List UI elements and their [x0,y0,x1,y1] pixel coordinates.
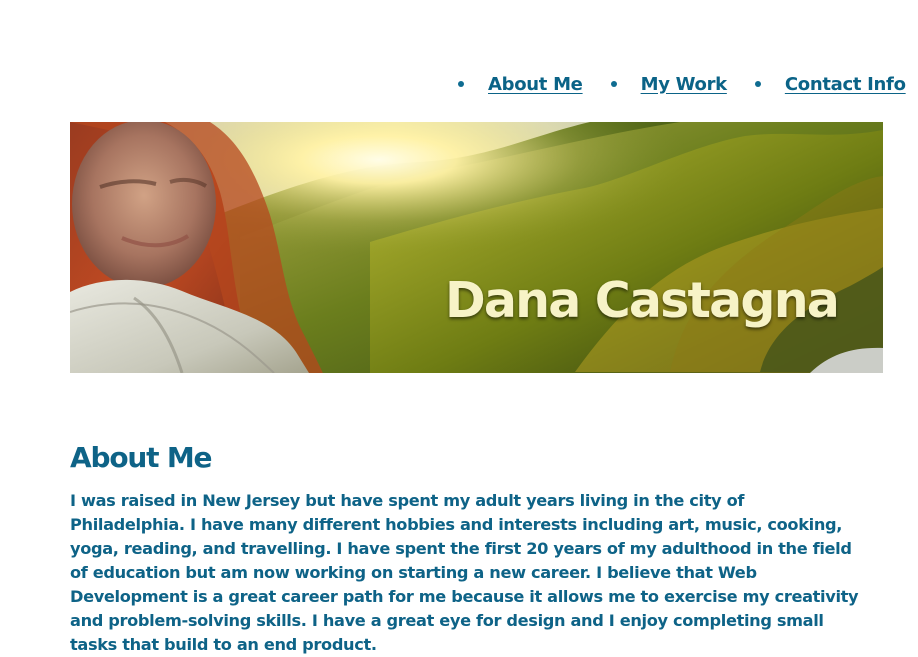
banner-name-title: Dana Castagna [445,272,840,329]
about-bio-text: I was raised in New Jersey but have spen… [70,491,859,654]
nav-item-about: About Me [452,74,605,95]
banner-landscape-image [70,122,883,373]
nav-item-contact: Contact Info [749,74,918,95]
main-nav: About Me My Work Contact Info [452,70,906,98]
nav-bullet [458,81,464,87]
about-heading: About Me [70,441,212,474]
nav-link-about-me[interactable]: About Me [488,74,583,95]
hero-banner: Dana Castagna [70,122,883,373]
nav-bullet [754,81,761,87]
nav-link-my-work[interactable]: My Work [641,74,728,95]
nav-bullet [610,81,617,87]
nav-link-contact-info[interactable]: Contact Info [785,74,906,95]
nav-item-work: My Work [605,74,749,95]
